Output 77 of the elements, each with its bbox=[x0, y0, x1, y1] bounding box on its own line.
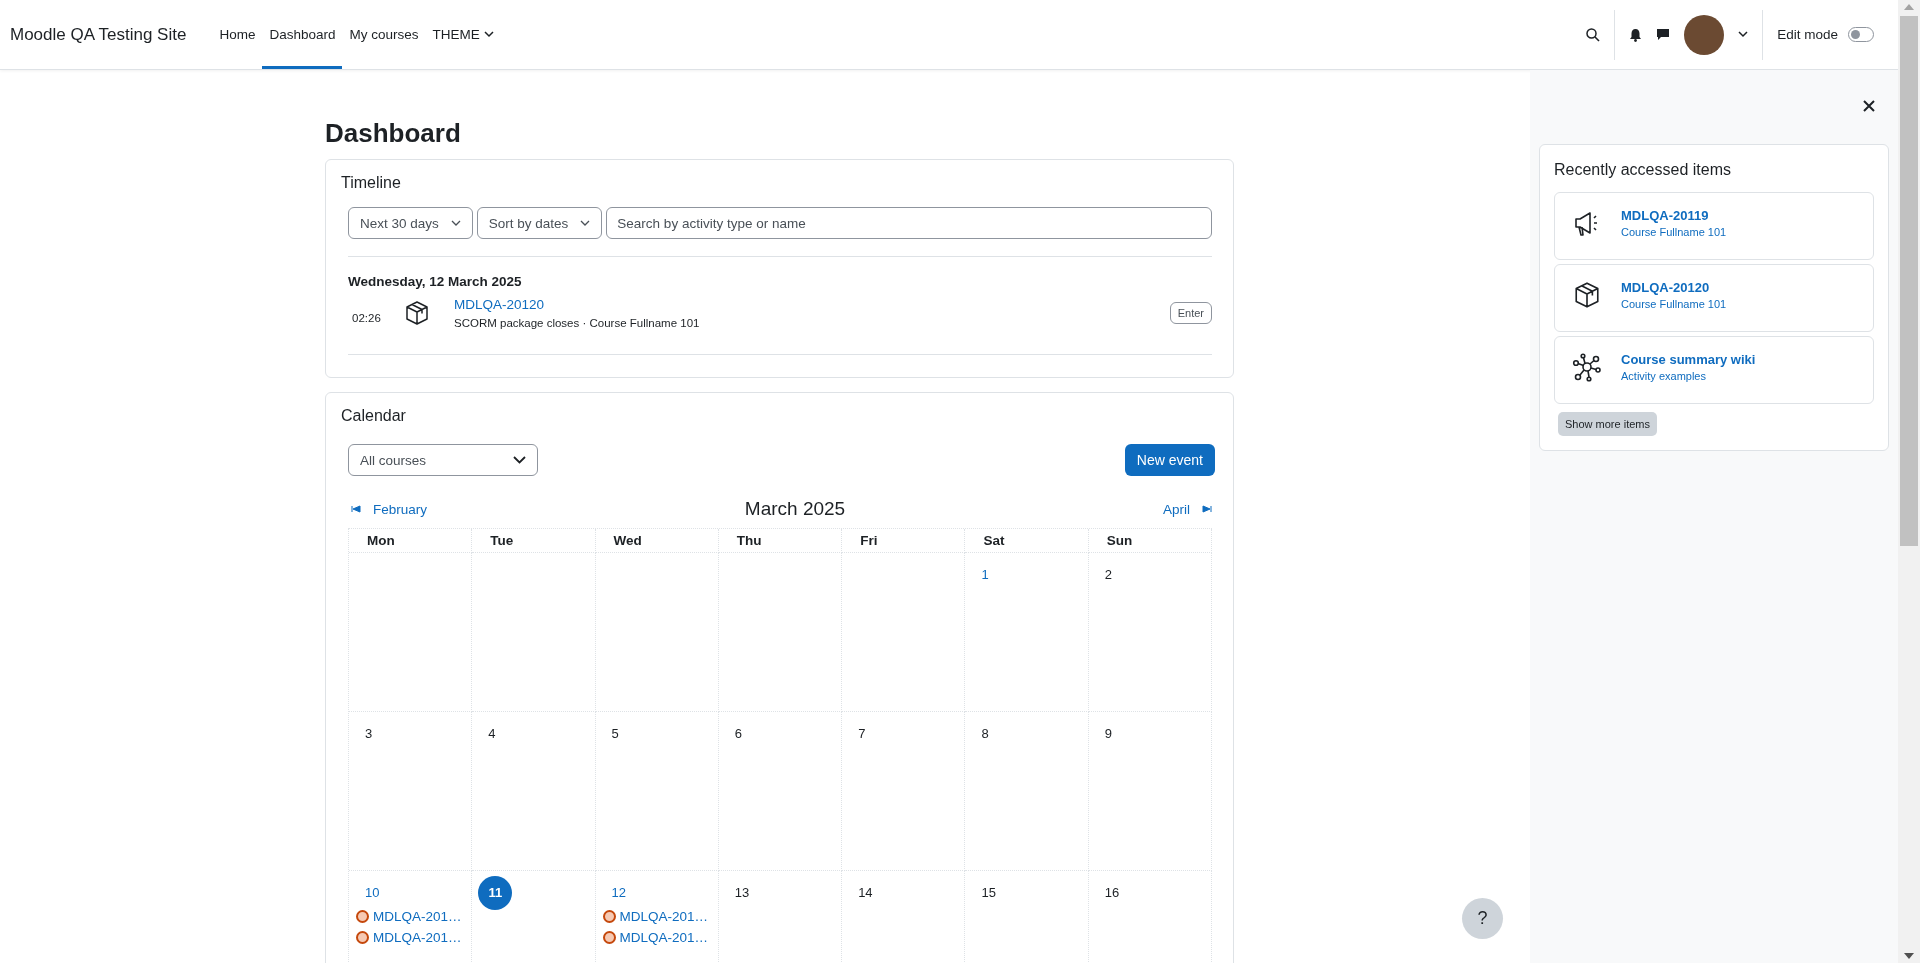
calendar-event[interactable]: MDLQA-201… bbox=[356, 930, 462, 945]
help-button[interactable]: ? bbox=[1462, 898, 1503, 939]
arrow-left-icon bbox=[351, 505, 361, 513]
card-title: Recently accessed items bbox=[1554, 161, 1732, 179]
previous-month-link[interactable]: February bbox=[351, 501, 428, 517]
day-number: 3 bbox=[364, 725, 374, 743]
weekday-header: Thu bbox=[718, 529, 843, 553]
chat-icon[interactable] bbox=[1656, 28, 1671, 41]
next-month-link[interactable]: April bbox=[1162, 501, 1212, 517]
day-number[interactable]: 11 bbox=[478, 876, 513, 910]
day-number: 6 bbox=[733, 725, 744, 743]
day-filter-dropdown[interactable]: Next 30 days bbox=[348, 207, 473, 239]
new-event-button[interactable]: New event bbox=[1124, 444, 1215, 476]
avatar[interactable] bbox=[1684, 14, 1725, 55]
scrollbar[interactable] bbox=[1898, 0, 1920, 963]
card-title: Calendar bbox=[341, 407, 407, 425]
item-subtitle: Course Fullname 101 bbox=[1621, 298, 1727, 310]
caret-icon bbox=[513, 456, 526, 464]
day-number: 8 bbox=[980, 725, 990, 743]
item-subtitle: Activity examples bbox=[1621, 370, 1707, 382]
day-number: 4 bbox=[487, 725, 497, 743]
enter-button[interactable]: Enter bbox=[1169, 302, 1212, 324]
day-number[interactable]: 10 bbox=[358, 883, 387, 903]
nav-link[interactable]: THEME bbox=[425, 0, 501, 69]
search-icon[interactable] bbox=[1586, 27, 1601, 42]
day-number: 15 bbox=[980, 884, 997, 902]
day-number: 2 bbox=[1103, 566, 1113, 584]
caret-icon[interactable] bbox=[1738, 31, 1749, 38]
page-title: Dashboard bbox=[325, 118, 462, 149]
calendar-event[interactable]: MDLQA-201… bbox=[356, 909, 462, 924]
caret-icon bbox=[450, 219, 461, 227]
close-icon[interactable] bbox=[1863, 100, 1875, 112]
scroll-down-icon[interactable] bbox=[1904, 953, 1914, 959]
show-more-button[interactable]: Show more items bbox=[1558, 412, 1657, 436]
search-field[interactable]: Search by activity type or name bbox=[606, 207, 1212, 239]
day-number[interactable]: 1 bbox=[974, 565, 996, 585]
weekday-header: Sun bbox=[1088, 529, 1212, 553]
weekday-header: Fri bbox=[842, 529, 966, 553]
caret-icon bbox=[580, 219, 591, 227]
recent-item[interactable]: MDLQA-20119 Course Fullname 101 bbox=[1554, 192, 1874, 260]
month-title: March 2025 bbox=[744, 498, 846, 520]
nav-link[interactable]: Home bbox=[212, 0, 263, 69]
recent-item[interactable]: Course summary wiki Activity examples bbox=[1554, 336, 1874, 404]
edit-mode-toggle[interactable] bbox=[1848, 27, 1874, 42]
event-description: SCORM package closes · Course Fullname 101 bbox=[454, 317, 701, 329]
weekday-header: Mon bbox=[349, 529, 473, 553]
item-title: Course summary wiki bbox=[1621, 352, 1756, 367]
calendar-event[interactable]: MDLQA-201… bbox=[602, 930, 709, 945]
date-heading: Wednesday, 12 March 2025 bbox=[348, 274, 523, 289]
day-number: 5 bbox=[610, 725, 620, 743]
weekday-header: Tue bbox=[472, 529, 596, 553]
item-subtitle: Course Fullname 101 bbox=[1621, 226, 1727, 238]
day-number: 9 bbox=[1103, 725, 1113, 743]
network-icon bbox=[1571, 351, 1603, 383]
weekday-header: Sat bbox=[965, 529, 1089, 553]
site-name[interactable]: Moodle QA Testing Site bbox=[10, 24, 187, 45]
event-time: 02:26 bbox=[352, 312, 382, 324]
edit-mode-label: Edit mode bbox=[1777, 27, 1838, 42]
arrow-right-icon bbox=[1202, 505, 1212, 513]
item-title: MDLQA-20119 bbox=[1621, 208, 1710, 223]
day-number: 13 bbox=[733, 884, 751, 902]
recent-item[interactable]: MDLQA-20120 Course Fullname 101 bbox=[1554, 264, 1874, 332]
item-title: MDLQA-20120 bbox=[1621, 280, 1711, 295]
day-number: 7 bbox=[857, 725, 867, 743]
bell-icon[interactable] bbox=[1629, 27, 1643, 42]
day-number: 16 bbox=[1103, 884, 1121, 902]
day-number[interactable]: 12 bbox=[604, 883, 634, 903]
course-filter-dropdown[interactable]: All courses bbox=[348, 444, 538, 476]
calendar-event[interactable]: MDLQA-201… bbox=[602, 909, 709, 924]
nav-link[interactable]: Dashboard bbox=[262, 0, 343, 69]
card-title: Timeline bbox=[341, 174, 402, 192]
nav-link[interactable]: My courses bbox=[342, 0, 426, 69]
sort-dropdown[interactable]: Sort by dates bbox=[476, 207, 603, 239]
weekday-header: Wed bbox=[595, 529, 719, 553]
package-icon bbox=[404, 300, 430, 326]
day-number: 14 bbox=[857, 884, 874, 902]
event-link[interactable]: MDLQA-20120 bbox=[454, 297, 1170, 312]
